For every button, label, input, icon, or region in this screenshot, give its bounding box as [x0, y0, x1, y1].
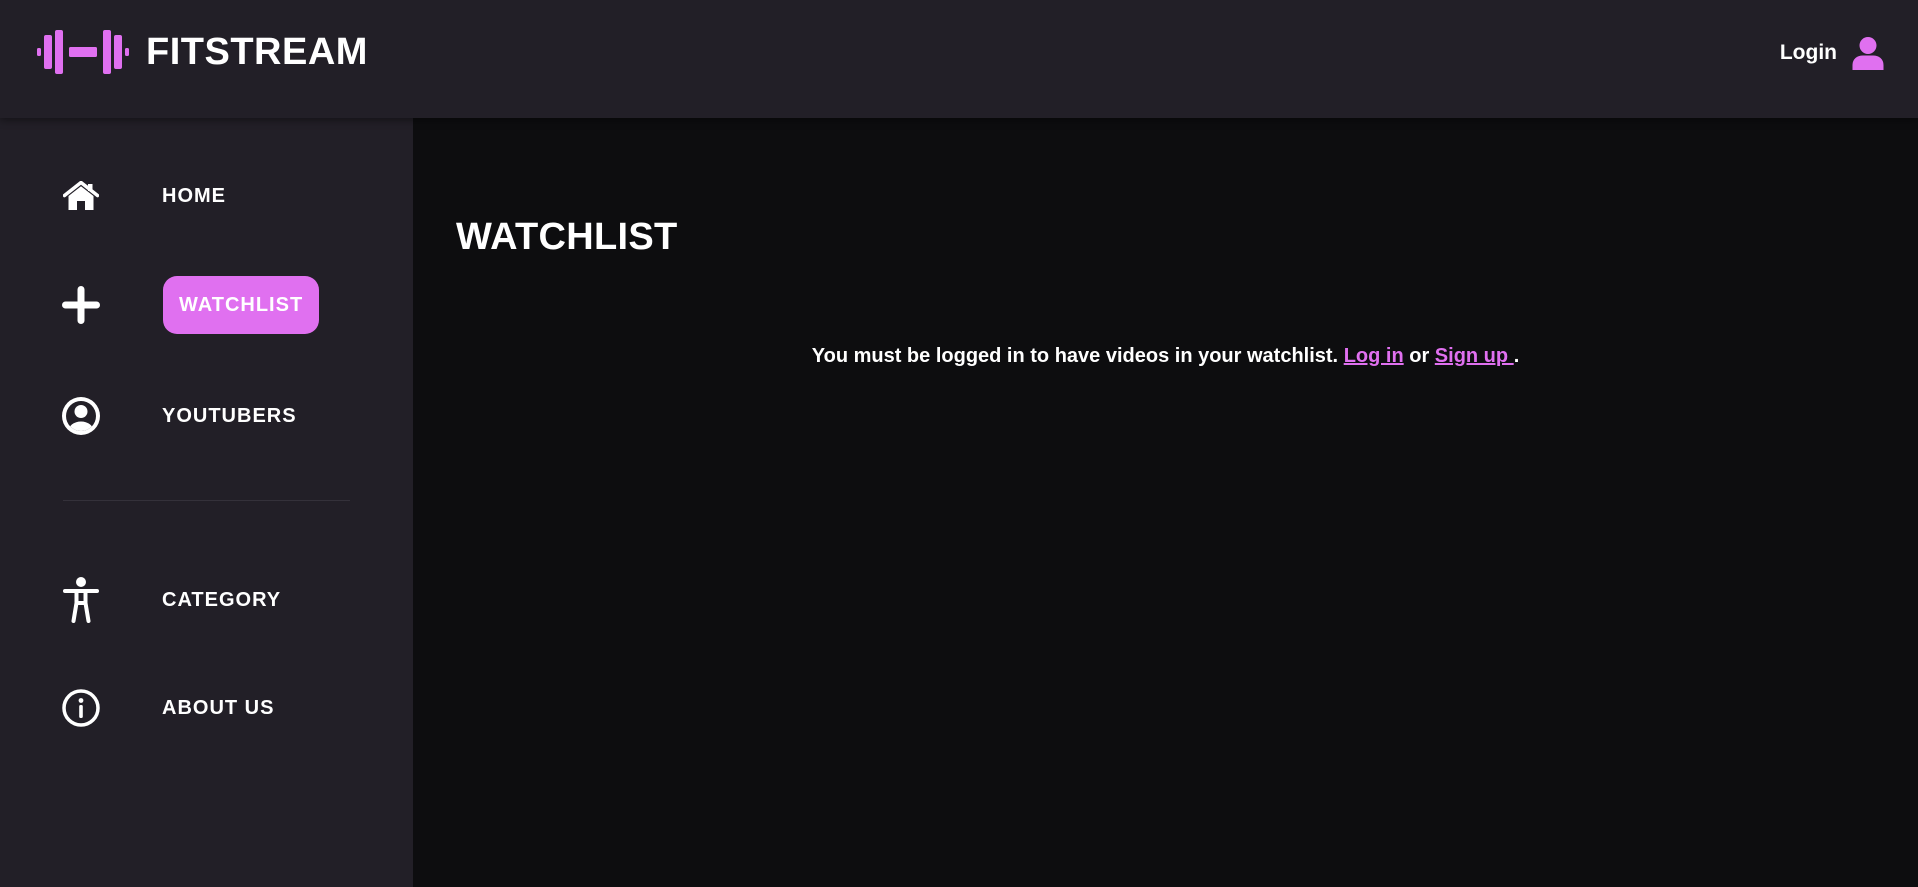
signup-link[interactable]: Sign up [1435, 345, 1514, 367]
sidebar-item-label: HOME [162, 185, 226, 207]
home-icon [61, 176, 101, 216]
login-link[interactable]: Log in [1344, 345, 1404, 367]
sidebar-item-youtubers[interactable]: YOUTUBERS [0, 384, 413, 448]
sidebar-item-label: ABOUT US [162, 697, 275, 719]
message-suffix: . [1513, 345, 1520, 367]
top-header: FITSTREAM Login [0, 0, 1918, 118]
sidebar-item-label: YOUTUBERS [162, 405, 297, 427]
sidebar-item-about-us[interactable]: ABOUT US [0, 676, 413, 740]
sidebar-item-label: WATCHLIST [163, 276, 320, 334]
user-icon [1851, 36, 1885, 70]
sidebar-item-watchlist[interactable]: WATCHLIST [0, 273, 413, 337]
sidebar-item-category[interactable]: CATEGORY [0, 568, 413, 632]
page-title: WATCHLIST [456, 216, 678, 258]
message-or: or [1403, 345, 1435, 367]
login-label: Login [1779, 41, 1837, 64]
brand-name: FITSTREAM [146, 31, 368, 73]
sidebar-item-home[interactable]: HOME [0, 164, 413, 228]
accessibility-icon [61, 577, 101, 623]
info-icon [61, 688, 101, 728]
sidebar-item-label: CATEGORY [162, 589, 282, 611]
dumbbell-icon [37, 28, 129, 76]
sidebar: HOME WATCHLIST YOUTUBERS CATEGORY ABOUT … [0, 118, 413, 887]
login-required-message: You must be logged in to have videos in … [413, 345, 1918, 368]
login-button[interactable]: Login [1780, 35, 1885, 71]
user-circle-icon [61, 396, 101, 436]
sidebar-divider [63, 500, 350, 501]
plus-icon [61, 285, 101, 325]
brand-home-link[interactable]: FITSTREAM [37, 28, 368, 76]
message-prefix: You must be logged in to have videos in … [811, 345, 1344, 367]
main-content: WATCHLIST You must be logged in to have … [413, 118, 1918, 887]
